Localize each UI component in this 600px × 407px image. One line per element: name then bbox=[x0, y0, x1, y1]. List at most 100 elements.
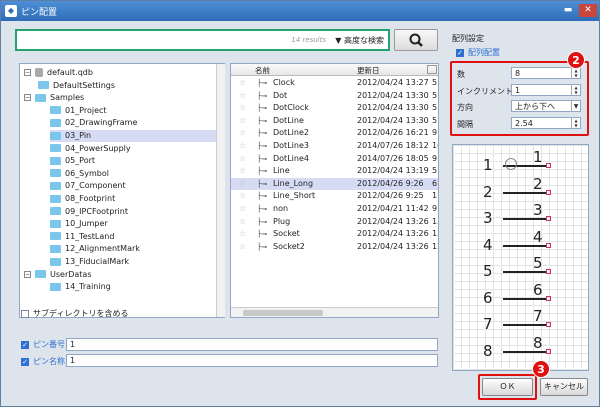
star-icon[interactable]: ☆ bbox=[239, 115, 246, 127]
tree-item[interactable]: 10_Jumper bbox=[50, 218, 216, 230]
pin-name-right: 5 bbox=[533, 254, 543, 272]
folder-icon bbox=[50, 169, 61, 178]
pin-extra: 5 bbox=[432, 166, 438, 176]
tree-item[interactable]: DefaultSettings bbox=[38, 80, 216, 92]
list-item[interactable]: ☆ ├⊸ Line_Short 2012/04/26 9:25 11 bbox=[231, 190, 438, 202]
tree-item[interactable]: − Samples bbox=[24, 92, 216, 104]
star-icon[interactable]: ☆ bbox=[239, 165, 246, 177]
collapse-icon[interactable]: − bbox=[24, 69, 31, 76]
tree-item[interactable]: 05_Port bbox=[50, 155, 216, 167]
pin-end-marker bbox=[546, 322, 551, 327]
tree-item-label: DefaultSettings bbox=[53, 80, 116, 90]
close-button[interactable]: ✕ bbox=[579, 4, 597, 17]
list-item[interactable]: ☆ ├⊸ Socket 2012/04/24 13:2613 bbox=[231, 228, 438, 240]
tree-item[interactable]: − UserDatas bbox=[24, 269, 216, 281]
pin-line bbox=[503, 271, 547, 273]
list-item[interactable]: ☆ ├⊸ Line_Long 2012/04/26 9:26 6 bbox=[231, 177, 438, 190]
pin-name: Line_Short bbox=[273, 191, 316, 201]
star-icon[interactable]: ☆ bbox=[239, 203, 246, 215]
folder-icon bbox=[50, 156, 61, 165]
pin-extra: 5 bbox=[432, 115, 438, 125]
pin-date: 2012/04/24 13:27 bbox=[357, 78, 429, 87]
pin-date: 2012/04/26 9:26 bbox=[357, 178, 424, 188]
list-item[interactable]: ☆ ├⊸ non 2012/04/21 11:42 9 bbox=[231, 203, 438, 215]
list-item[interactable]: ☆ ├⊸ DotLine 2012/04/24 13:30 5 bbox=[231, 115, 438, 127]
include-subdir-option[interactable]: サブディレクトリを含める bbox=[21, 308, 128, 319]
star-icon[interactable]: ☆ bbox=[239, 90, 246, 102]
database-icon bbox=[35, 68, 43, 77]
tree-root[interactable]: − default.qdb bbox=[24, 67, 93, 79]
cancel-button[interactable]: キャンセル bbox=[540, 378, 588, 396]
list-item[interactable]: ☆ ├⊸ Clock 2012/04/24 13:27 5 bbox=[231, 77, 438, 89]
column-menu-icon[interactable] bbox=[427, 65, 437, 74]
pin-number-left: 2 bbox=[483, 182, 493, 201]
list-item[interactable]: ☆ ├⊸ DotClock 2012/04/24 13:30 5 bbox=[231, 102, 438, 114]
pin-name: Socket2 bbox=[273, 241, 305, 251]
pin-name-checkbox[interactable]: ✓ bbox=[21, 357, 29, 366]
tree-item[interactable]: 08_Footprint bbox=[50, 193, 216, 205]
tree-item[interactable]: 06_Symbol bbox=[50, 168, 216, 180]
list-item[interactable]: ☆ ├⊸ DotLine4 2014/07/26 18:05 9 bbox=[231, 153, 438, 165]
star-icon[interactable]: ☆ bbox=[239, 228, 246, 240]
folder-icon bbox=[38, 81, 49, 90]
tree-item[interactable]: 04_PowerSupply bbox=[50, 143, 216, 155]
list-hscrollbar[interactable] bbox=[231, 307, 438, 317]
pin-end-marker bbox=[546, 163, 551, 168]
star-icon[interactable]: ☆ bbox=[239, 153, 246, 165]
list-item[interactable]: ☆ ├⊸ Socket2 2012/04/24 13:2613 bbox=[231, 241, 438, 253]
array-placement-checkbox[interactable]: ✓ bbox=[456, 48, 464, 57]
col-name[interactable]: 名前 bbox=[255, 65, 270, 76]
list-item[interactable]: ☆ ├⊸ Plug 2012/04/24 13:2613 bbox=[231, 216, 438, 228]
tree-item-label: 08_Footprint bbox=[65, 194, 116, 203]
collapse-icon[interactable]: − bbox=[24, 94, 31, 102]
pin-number-input[interactable]: 1 bbox=[66, 338, 438, 351]
tree-scrollbar[interactable] bbox=[216, 64, 225, 317]
star-icon[interactable]: ☆ bbox=[239, 216, 246, 228]
list-item[interactable]: ☆ ├⊸ Line 2012/04/24 13:19 5 bbox=[231, 165, 438, 177]
pin-line bbox=[503, 324, 547, 326]
star-icon[interactable]: ☆ bbox=[239, 190, 246, 202]
tree-item[interactable]: 14_Training bbox=[50, 281, 216, 293]
pin-name-right: 3 bbox=[533, 201, 543, 219]
tree-item[interactable]: 13_FiducialMark bbox=[50, 256, 216, 268]
pin-date: 2012/04/24 13:30 bbox=[357, 90, 429, 100]
star-icon[interactable]: ☆ bbox=[239, 102, 246, 114]
search-bar[interactable]: 14 results ▼ 高度な検索 bbox=[15, 29, 390, 51]
list-item[interactable]: ☆ ├⊸ DotLine2 2012/04/26 16:21 9 bbox=[231, 127, 438, 139]
tree-item[interactable]: 11_TestLand bbox=[50, 231, 216, 243]
folder-icon bbox=[50, 181, 61, 190]
advanced-search-toggle[interactable]: ▼ 高度な検索 bbox=[335, 35, 384, 46]
folder-icon bbox=[35, 270, 46, 279]
pin-icon: ├⊸ bbox=[257, 142, 268, 150]
pin-date: 2012/04/26 16:21 bbox=[357, 128, 429, 138]
tree-item[interactable]: 09_IPCFootprint bbox=[50, 206, 216, 218]
collapse-icon[interactable]: − bbox=[24, 270, 31, 278]
pin-name-input[interactable]: 1 bbox=[66, 354, 438, 367]
tree-item[interactable]: 03_Pin bbox=[50, 130, 216, 142]
star-icon[interactable]: ☆ bbox=[239, 140, 246, 152]
col-date[interactable]: 更新日 bbox=[357, 65, 380, 76]
star-icon[interactable]: ☆ bbox=[239, 77, 246, 89]
pin-extra: 11 bbox=[432, 191, 438, 201]
star-icon[interactable]: ☆ bbox=[239, 241, 246, 253]
list-item[interactable]: ☆ ├⊸ DotLine3 2014/07/26 18:1216 bbox=[231, 140, 438, 152]
pin-date: 2012/04/24 13:30 bbox=[357, 103, 429, 113]
star-icon[interactable]: ☆ bbox=[239, 127, 246, 139]
tree-item[interactable]: 12_AlignmentMark bbox=[50, 243, 216, 255]
pin-icon: ├⊸ bbox=[257, 154, 268, 163]
tree-item[interactable]: 01_Project bbox=[50, 105, 216, 117]
folder-icon bbox=[50, 282, 61, 291]
list-item[interactable]: ☆ ├⊸ Dot 2012/04/24 13:30 5 bbox=[231, 90, 438, 102]
search-button[interactable] bbox=[394, 29, 438, 51]
pin-end-marker bbox=[546, 189, 551, 195]
pin-date: 2012/04/24 13:26 bbox=[357, 216, 429, 226]
minimize-button[interactable]: ▬ bbox=[561, 4, 575, 17]
folder-tree: − default.qdb DefaultSettings − Samples 01_Pr… bbox=[19, 63, 225, 318]
star-icon[interactable]: ☆ bbox=[239, 178, 246, 190]
tree-item[interactable]: 02_DrawingFrame bbox=[50, 117, 216, 129]
scroll-thumb[interactable] bbox=[243, 310, 323, 316]
pin-number-checkbox[interactable]: ✓ bbox=[21, 340, 29, 349]
include-subdir-checkbox[interactable] bbox=[21, 309, 29, 318]
tree-item[interactable]: 07_Component bbox=[50, 180, 216, 192]
array-placement-option[interactable]: ✓ 配列配置 bbox=[456, 47, 500, 58]
